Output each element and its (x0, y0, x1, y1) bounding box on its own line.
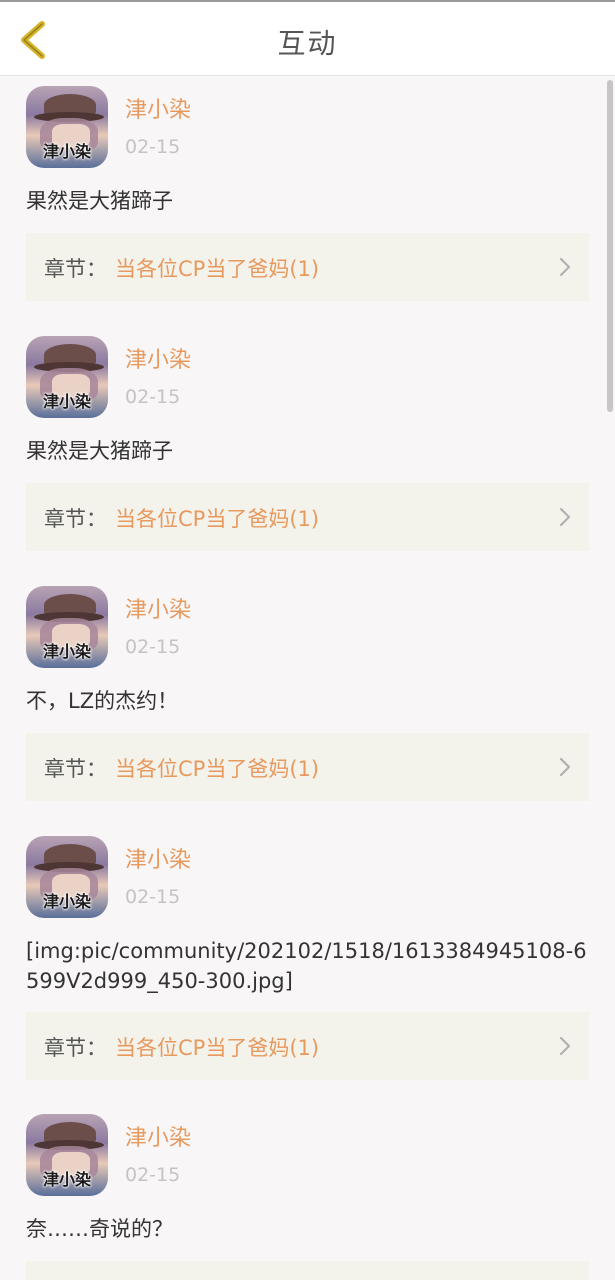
avatar[interactable]: 津小染 (26, 586, 108, 668)
comment-date: 02-15 (125, 386, 181, 408)
chevron-right-icon (559, 1036, 571, 1056)
username[interactable]: 津小染 (125, 842, 191, 874)
avatar-label: 津小染 (42, 1170, 91, 1189)
avatar-label: 津小染 (42, 642, 91, 661)
chevron-right-icon (559, 757, 571, 777)
chapter-title: 当各位CP当了爸妈(1) (115, 1036, 320, 1060)
avatar-label: 津小染 (42, 142, 91, 161)
avatar-label: 津小染 (42, 892, 91, 911)
scrollbar[interactable] (607, 80, 613, 412)
comment-text: [img:pic/community/202102/1518/161338494… (26, 939, 587, 993)
chapter-link[interactable]: 章节： 当各位CP当了爸妈(1) (26, 483, 589, 551)
chevron-right-icon (559, 507, 571, 527)
avatar-label: 津小染 (42, 392, 91, 411)
chapter-link[interactable]: 章节： 当各位CP当了爸妈(1) (26, 1012, 589, 1080)
username[interactable]: 津小染 (125, 92, 191, 124)
comment-date: 02-15 (125, 1164, 181, 1186)
top-bar: 互动 (0, 0, 615, 76)
page-title: 互动 (277, 27, 338, 60)
username[interactable]: 津小染 (125, 592, 191, 624)
chapter-link[interactable]: 章节： 当各位CP当了爸妈(1) (26, 233, 589, 301)
comment-text: 果然是大猪蹄子 (26, 189, 173, 213)
comment-text: 奈……奇说的？ (26, 1217, 173, 1241)
chapter-title: 当各位CP当了爸妈(1) (115, 257, 320, 281)
avatar[interactable]: 津小染 (26, 1114, 108, 1196)
comment-date: 02-15 (125, 886, 181, 908)
chevron-right-icon (559, 257, 571, 277)
comment-text: 果然是大猪蹄子 (26, 439, 173, 463)
chapter-title: 当各位CP当了爸妈(1) (115, 757, 320, 781)
chapter-link[interactable]: 章节： 当各位CP当了爸妈(1) (26, 733, 589, 801)
comment-date: 02-15 (125, 136, 181, 158)
comment-date: 02-15 (125, 636, 181, 658)
chapter-prefix: 章节： (44, 1036, 107, 1060)
avatar[interactable]: 津小染 (26, 836, 108, 918)
comment-text: 不，LZ的杰约！ (26, 689, 179, 713)
chapter-title: 当各位CP当了爸妈(1) (115, 507, 320, 531)
chapter-prefix: 章节： (44, 757, 107, 781)
chapter-link[interactable] (26, 1261, 589, 1280)
username[interactable]: 津小染 (125, 1120, 191, 1152)
username[interactable]: 津小染 (125, 342, 191, 374)
chapter-prefix: 章节： (44, 507, 107, 531)
chapter-prefix: 章节： (44, 257, 107, 281)
avatar[interactable]: 津小染 (26, 336, 108, 418)
interaction-feed[interactable]: 津小染 津小染 02-15 果然是大猪蹄子 章节： 当各位CP当了爸妈(1) 津… (0, 76, 615, 1280)
avatar[interactable]: 津小染 (26, 86, 108, 168)
